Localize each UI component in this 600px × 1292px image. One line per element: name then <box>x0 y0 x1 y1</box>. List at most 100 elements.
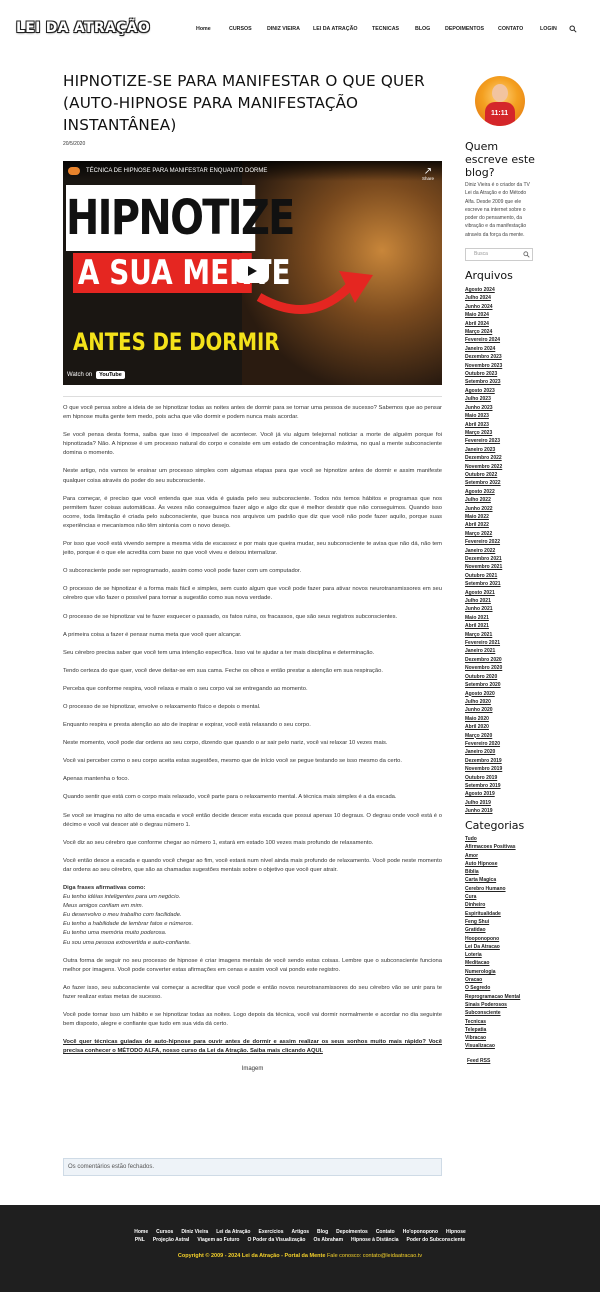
archive-link[interactable]: Março 2022 <box>465 530 502 538</box>
archive-link[interactable]: Outubro 2023 <box>465 370 502 378</box>
archive-link[interactable]: Junho 2021 <box>465 605 502 613</box>
footer-link[interactable]: PNL <box>135 1237 145 1243</box>
category-link[interactable]: Hooponopono <box>465 935 520 943</box>
category-link[interactable]: Numerologia <box>465 968 520 976</box>
video-title[interactable]: TÉCNICA DE HIPNOSE PARA MANIFESTAR ENQUA… <box>86 168 267 174</box>
archive-link[interactable]: Novembro 2023 <box>465 362 502 370</box>
archive-link[interactable]: Outubro 2020 <box>465 673 502 681</box>
category-link[interactable]: Dinheiro <box>465 901 520 909</box>
channel-logo-icon[interactable] <box>68 167 80 175</box>
archive-link[interactable]: Abril 2020 <box>465 723 502 731</box>
category-link[interactable]: Cerebro Humano <box>465 885 520 893</box>
footer-link[interactable]: Blog <box>317 1229 328 1235</box>
archive-link[interactable]: Fevereiro 2020 <box>465 740 502 748</box>
search-icon[interactable] <box>569 25 577 33</box>
category-link[interactable]: Reprogramacao Mental <box>465 993 520 1001</box>
footer-link[interactable]: Diniz Vieira <box>181 1229 208 1235</box>
footer-link[interactable]: Poder do Subconsciente <box>407 1237 466 1243</box>
nav-depoimentos[interactable]: DEPOIMENTOS <box>445 26 484 32</box>
archive-link[interactable]: Fevereiro 2023 <box>465 437 502 445</box>
nav-login[interactable]: LOGIN <box>540 26 557 32</box>
category-link[interactable]: Afirmacoes Positivas <box>465 843 520 851</box>
category-link[interactable]: Amor <box>465 852 520 860</box>
archive-link[interactable]: Julho 2021 <box>465 597 502 605</box>
share-button[interactable]: ↗ Share <box>422 167 434 182</box>
nav-cursos[interactable]: CURSOS <box>229 26 252 32</box>
archive-link[interactable]: Março 2023 <box>465 429 502 437</box>
footer-link[interactable]: Hipnose à Distância <box>351 1237 399 1243</box>
category-link[interactable]: Auto Hipnose <box>465 860 520 868</box>
archive-link[interactable]: Junho 2020 <box>465 706 502 714</box>
archive-link[interactable]: Outubro 2021 <box>465 572 502 580</box>
archive-link[interactable]: Maio 2023 <box>465 412 502 420</box>
category-link[interactable]: Tecnicas <box>465 1018 520 1026</box>
archive-link[interactable]: Setembro 2019 <box>465 782 502 790</box>
category-link[interactable]: Gratidao <box>465 926 520 934</box>
archive-link[interactable]: Janeiro 2022 <box>465 547 502 555</box>
archive-link[interactable]: Dezembro 2022 <box>465 454 502 462</box>
nav-blog[interactable]: BLOG <box>415 26 430 32</box>
archive-link[interactable]: Abril 2024 <box>465 320 502 328</box>
archive-link[interactable]: Maio 2024 <box>465 311 502 319</box>
footer-link[interactable]: Viagem ao Futuro <box>197 1237 239 1243</box>
category-link[interactable]: Bíblia <box>465 868 520 876</box>
footer-link[interactable]: Projeção Astral <box>153 1237 190 1243</box>
archive-link[interactable]: Julho 2023 <box>465 395 502 403</box>
category-link[interactable]: Subconsciente <box>465 1009 520 1017</box>
archive-link[interactable]: Junho 2022 <box>465 505 502 513</box>
contact-text[interactable]: Fale conosco: contato@leidaatracao.tv <box>327 1253 422 1259</box>
rss-feed-link[interactable]: Feed RSS <box>467 1058 490 1064</box>
archive-link[interactable]: Janeiro 2021 <box>465 647 502 655</box>
youtube-video-embed[interactable]: HIPNOTIZE A SUA MENTE ANTES DE DORMIR TÉ… <box>63 161 442 385</box>
archive-link[interactable]: Fevereiro 2024 <box>465 336 502 344</box>
archive-link[interactable]: Junho 2019 <box>465 807 502 815</box>
nav-tecnicas[interactable]: TECNICAS <box>372 26 399 32</box>
archive-link[interactable]: Dezembro 2020 <box>465 656 502 664</box>
archive-link[interactable]: Abril 2023 <box>465 421 502 429</box>
archive-link[interactable]: Julho 2022 <box>465 496 502 504</box>
metodo-alfa-cta-link[interactable]: Você quer técnicas guiadas de auto-hipno… <box>63 1038 442 1056</box>
sidebar-search-input[interactable]: Busca <box>465 248 533 261</box>
category-link[interactable]: Feng Shui <box>465 918 520 926</box>
archive-link[interactable]: Outubro 2019 <box>465 774 502 782</box>
archive-link[interactable]: Abril 2021 <box>465 622 502 630</box>
category-link[interactable]: Cura <box>465 893 520 901</box>
archive-link[interactable]: Março 2021 <box>465 631 502 639</box>
archive-link[interactable]: Julho 2020 <box>465 698 502 706</box>
archive-link[interactable]: Julho 2019 <box>465 799 502 807</box>
archive-link[interactable]: Fevereiro 2022 <box>465 538 502 546</box>
archive-link[interactable]: Outubro 2022 <box>465 471 502 479</box>
category-link[interactable]: Sinais Poderosos <box>465 1001 520 1009</box>
category-link[interactable]: Tudo <box>465 835 520 843</box>
archive-link[interactable]: Maio 2022 <box>465 513 502 521</box>
archive-link[interactable]: Julho 2024 <box>465 294 502 302</box>
archive-link[interactable]: Agosto 2021 <box>465 589 502 597</box>
category-link[interactable]: Visualizacao <box>465 1042 520 1050</box>
category-link[interactable]: Oracao <box>465 976 520 984</box>
play-button[interactable] <box>235 259 269 283</box>
archive-link[interactable]: Setembro 2023 <box>465 378 502 386</box>
category-link[interactable]: O Segredo <box>465 984 520 992</box>
category-link[interactable]: Vibracao <box>465 1034 520 1042</box>
archive-link[interactable]: Agosto 2023 <box>465 387 502 395</box>
archive-link[interactable]: Agosto 2019 <box>465 790 502 798</box>
archive-link[interactable]: Junho 2024 <box>465 303 502 311</box>
archive-link[interactable]: Janeiro 2024 <box>465 345 502 353</box>
archive-link[interactable]: Agosto 2022 <box>465 488 502 496</box>
archive-link[interactable]: Novembro 2021 <box>465 563 502 571</box>
archive-link[interactable]: Abril 2022 <box>465 521 502 529</box>
archive-link[interactable]: Fevereiro 2021 <box>465 639 502 647</box>
footer-link[interactable]: Artigos <box>292 1229 310 1235</box>
archive-link[interactable]: Maio 2020 <box>465 715 502 723</box>
archive-link[interactable]: Agosto 2020 <box>465 690 502 698</box>
search-icon[interactable] <box>523 251 530 258</box>
archive-link[interactable]: Dezembro 2019 <box>465 757 502 765</box>
archive-link[interactable]: Novembro 2020 <box>465 664 502 672</box>
footer-link[interactable]: Os Abraham <box>313 1237 343 1243</box>
archive-link[interactable]: Janeiro 2020 <box>465 748 502 756</box>
archive-link[interactable]: Março 2020 <box>465 732 502 740</box>
footer-link[interactable]: Hipnose <box>446 1229 466 1235</box>
archive-link[interactable]: Setembro 2022 <box>465 479 502 487</box>
watch-on-youtube[interactable]: Watch on YouTube <box>67 371 125 379</box>
footer-link[interactable]: Cursos <box>156 1229 173 1235</box>
